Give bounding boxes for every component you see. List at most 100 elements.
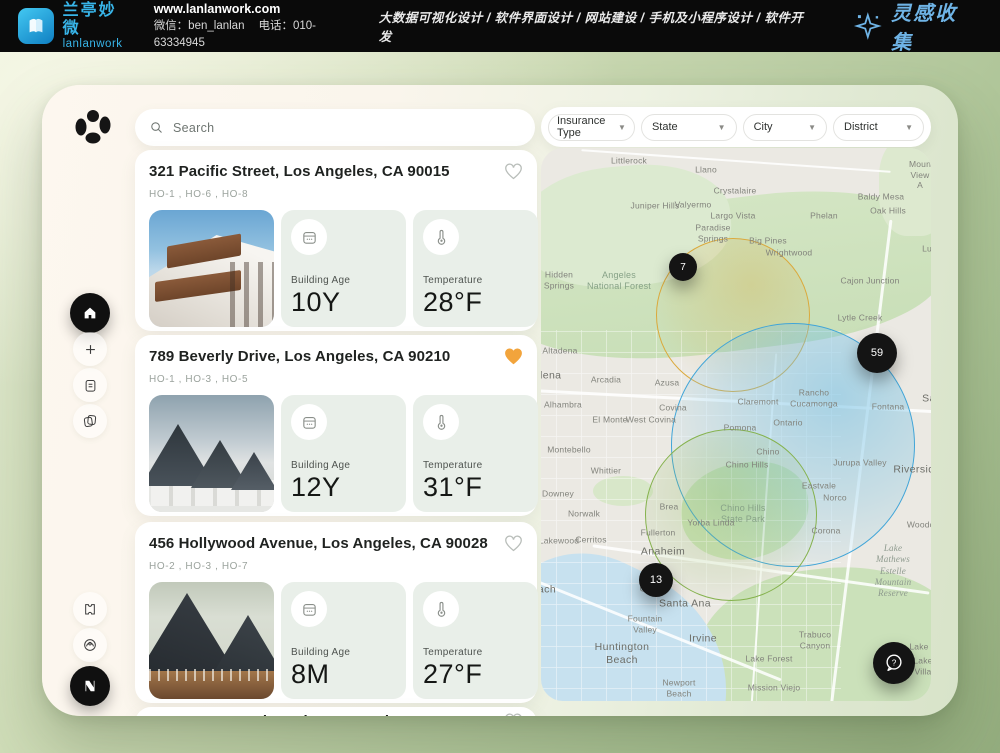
brand-block: 兰亭妙微 lanlanwork <box>18 2 134 49</box>
property-address: 789 Beverly Drive, Los Angeles, CA 90210 <box>149 348 450 365</box>
map-label: Woodcr <box>907 520 931 531</box>
support-button[interactable] <box>73 628 107 662</box>
website-url: www.lanlanwork.com <box>154 0 365 18</box>
building-age-value: 8M <box>291 659 396 690</box>
map-label: Claremont <box>737 397 778 408</box>
map-label: Lu <box>922 244 931 255</box>
chevron-down-icon: ▼ <box>618 123 626 132</box>
property-card-partial[interactable]: 123 Sunset Boulevard, Los Angeles, CA 90… <box>135 707 537 716</box>
building-age-label: Building Age <box>291 460 396 471</box>
lanlanwork-logo-icon <box>18 8 54 44</box>
wechat-id: 微信：ben_lanlan <box>154 20 245 32</box>
policy-tags: HO-1 , HO-3 , HO-5 <box>149 374 523 385</box>
map-label: Santa Ana <box>659 597 711 610</box>
map-label: Paradise Springs <box>695 222 730 243</box>
brand-name-en: lanlanwork <box>63 38 134 50</box>
property-photo <box>149 582 274 699</box>
add-button[interactable] <box>73 332 107 366</box>
map-label: Wrightwood <box>766 248 813 259</box>
filter-district[interactable]: District▼ <box>833 114 924 141</box>
collect-label: 灵感收集 <box>891 0 978 55</box>
plus-icon <box>83 342 98 357</box>
map-label: Hidden Springs <box>544 269 574 290</box>
map-label: Lake Villa <box>913 655 931 676</box>
cluster-marker[interactable]: 7 <box>669 253 697 281</box>
ticket-icon <box>82 601 98 617</box>
temperature-label: Temperature <box>423 460 528 471</box>
map-label: Alhambra <box>544 400 582 411</box>
cluster-marker[interactable]: 13 <box>639 563 673 597</box>
temperature-value: 28°F <box>423 287 528 318</box>
map-label: Fountain Valley <box>628 613 663 634</box>
top-promo-bar: 兰亭妙微 lanlanwork www.lanlanwork.com 微信：be… <box>0 0 1000 52</box>
map-label: Largo Vista <box>710 211 755 222</box>
map-label: Pomona <box>724 423 757 434</box>
favorite-heart-icon[interactable] <box>504 713 523 716</box>
map-label: Montebello <box>547 445 591 456</box>
map-label: Ontario <box>773 418 802 429</box>
notes-button[interactable] <box>73 368 107 402</box>
building-age-tile: Building Age 12Y <box>281 395 406 512</box>
n-logo-icon <box>81 677 99 695</box>
map-label: Mission Viejo <box>748 683 801 694</box>
map-canvas[interactable]: LittlerockLlanoCrystalaireJuniper HillsV… <box>541 148 931 701</box>
map-label: Rancho Cucamonga <box>790 387 838 408</box>
map-label: Jurupa Valley <box>833 458 886 469</box>
map-label: Whittier <box>591 466 621 477</box>
temperature-label: Temperature <box>423 647 528 658</box>
temperature-value: 27°F <box>423 659 528 690</box>
svg-text:?: ? <box>892 658 897 667</box>
building-age-tile: Building Age 10Y <box>281 210 406 327</box>
map-label: Juniper Hills <box>631 201 680 212</box>
question-bubble-icon: ? <box>883 652 905 674</box>
chevron-down-icon: ▼ <box>905 123 913 132</box>
filter-state[interactable]: State▼ <box>641 114 737 141</box>
thermometer-icon <box>423 591 459 627</box>
map-label: Norco <box>823 493 847 504</box>
thermometer-icon <box>423 219 459 255</box>
map-label: Irvine <box>689 632 717 645</box>
documents-button[interactable] <box>73 404 107 438</box>
building-age-label: Building Age <box>291 275 396 286</box>
favorite-heart-icon[interactable] <box>504 535 523 557</box>
thermometer-icon <box>423 404 459 440</box>
map-label: Valyermo <box>675 200 712 211</box>
map-label: Yorba Linda <box>687 518 734 529</box>
calendar-icon <box>291 591 327 627</box>
cluster-marker[interactable]: 59 <box>857 333 897 373</box>
property-card[interactable]: 456 Hollywood Avenue, Los Angeles, CA 90… <box>135 522 537 703</box>
favorite-heart-icon[interactable] <box>504 163 523 185</box>
chevron-down-icon: ▼ <box>718 123 726 132</box>
property-address: 456 Hollywood Avenue, Los Angeles, CA 90… <box>149 535 488 552</box>
map-label: Fullerton <box>641 528 676 539</box>
ticket-button[interactable] <box>73 592 107 626</box>
map-label: Covina <box>659 403 687 414</box>
map-label: Fontana <box>872 402 905 413</box>
help-button[interactable]: ? <box>873 642 915 684</box>
services-list: 大数据可视化设计 / 软件界面设计 / 网站建设 / 手机及小程序设计 / 软件… <box>379 7 812 45</box>
map-label: Riverside <box>893 463 931 476</box>
collect-block: 灵感收集 <box>853 0 978 55</box>
temperature-tile: Temperature 27°F <box>413 582 538 699</box>
home-button[interactable] <box>70 293 110 333</box>
search-input[interactable]: Search <box>135 109 535 146</box>
n-logo-button[interactable] <box>70 666 110 706</box>
map-label: Huntington Beach <box>595 641 650 667</box>
temperature-label: Temperature <box>423 275 528 286</box>
filter-insurance-type[interactable]: Insurance Type▼ <box>548 114 635 141</box>
map-label: Downey <box>542 489 574 500</box>
map-label: West Covina <box>626 415 676 426</box>
map-label: Big Pines <box>749 236 787 247</box>
map-label: Cerritos <box>575 535 606 546</box>
sidebar-rail <box>69 85 111 716</box>
contact-block: www.lanlanwork.com 微信：ben_lanlan电话：010-6… <box>154 0 365 51</box>
map-label: Angeles National Forest <box>587 270 651 293</box>
filter-city[interactable]: City▼ <box>743 114 827 141</box>
map-label: Lytle Creek <box>838 313 883 324</box>
building-age-value: 12Y <box>291 472 396 503</box>
property-card[interactable]: 321 Pacific Street, Los Angeles, CA 9001… <box>135 150 537 331</box>
building-age-label: Building Age <box>291 647 396 658</box>
favorite-heart-icon[interactable] <box>504 348 523 370</box>
map-label: Anaheim <box>641 545 685 558</box>
property-card[interactable]: 789 Beverly Drive, Los Angeles, CA 90210… <box>135 335 537 516</box>
